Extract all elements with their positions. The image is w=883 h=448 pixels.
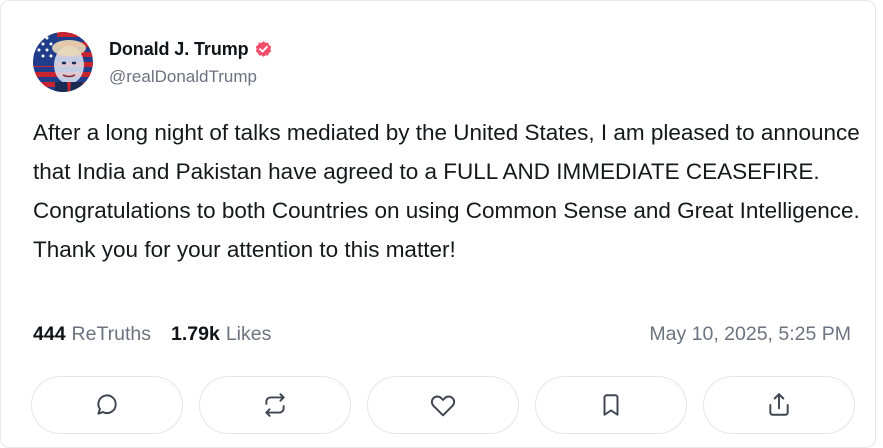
author-handle[interactable]: @realDonaldTrump xyxy=(109,67,273,87)
author-display-name[interactable]: Donald J. Trump xyxy=(109,39,249,60)
retruths-stat[interactable]: 444 ReTruths xyxy=(33,323,151,346)
bookmark-button[interactable] xyxy=(535,376,687,434)
heart-icon xyxy=(430,392,456,418)
verified-badge-icon xyxy=(254,40,273,59)
post-stats: 444 ReTruths 1.79k Likes May 10, 2025, 5… xyxy=(33,323,851,346)
likes-label: Likes xyxy=(225,323,272,345)
post-card: Donald J. Trump @realDonaldTrump After a… xyxy=(0,0,876,448)
share-upload-icon xyxy=(766,392,792,418)
share-button[interactable] xyxy=(703,376,855,434)
bookmark-icon xyxy=(598,392,624,418)
author-name-row: Donald J. Trump xyxy=(109,37,273,61)
retruth-button[interactable] xyxy=(199,376,351,434)
repost-arrows-icon xyxy=(262,392,288,418)
post-actions xyxy=(31,376,855,434)
author-names: Donald J. Trump @realDonaldTrump xyxy=(109,37,273,87)
retruths-label: ReTruths xyxy=(71,323,152,345)
avatar-flag-portrait-icon xyxy=(33,32,93,92)
author-avatar[interactable] xyxy=(33,32,93,92)
likes-count: 1.79k xyxy=(171,323,220,345)
post-header: Donald J. Trump @realDonaldTrump xyxy=(33,32,273,92)
like-button[interactable] xyxy=(367,376,519,434)
likes-stat[interactable]: 1.79k Likes xyxy=(171,323,271,346)
post-body-text: After a long night of talks mediated by … xyxy=(33,120,860,262)
reply-button[interactable] xyxy=(31,376,183,434)
retruths-count: 444 xyxy=(33,323,66,345)
post-timestamp[interactable]: May 10, 2025, 5:25 PM xyxy=(649,323,851,346)
comment-bubble-icon xyxy=(94,392,120,418)
